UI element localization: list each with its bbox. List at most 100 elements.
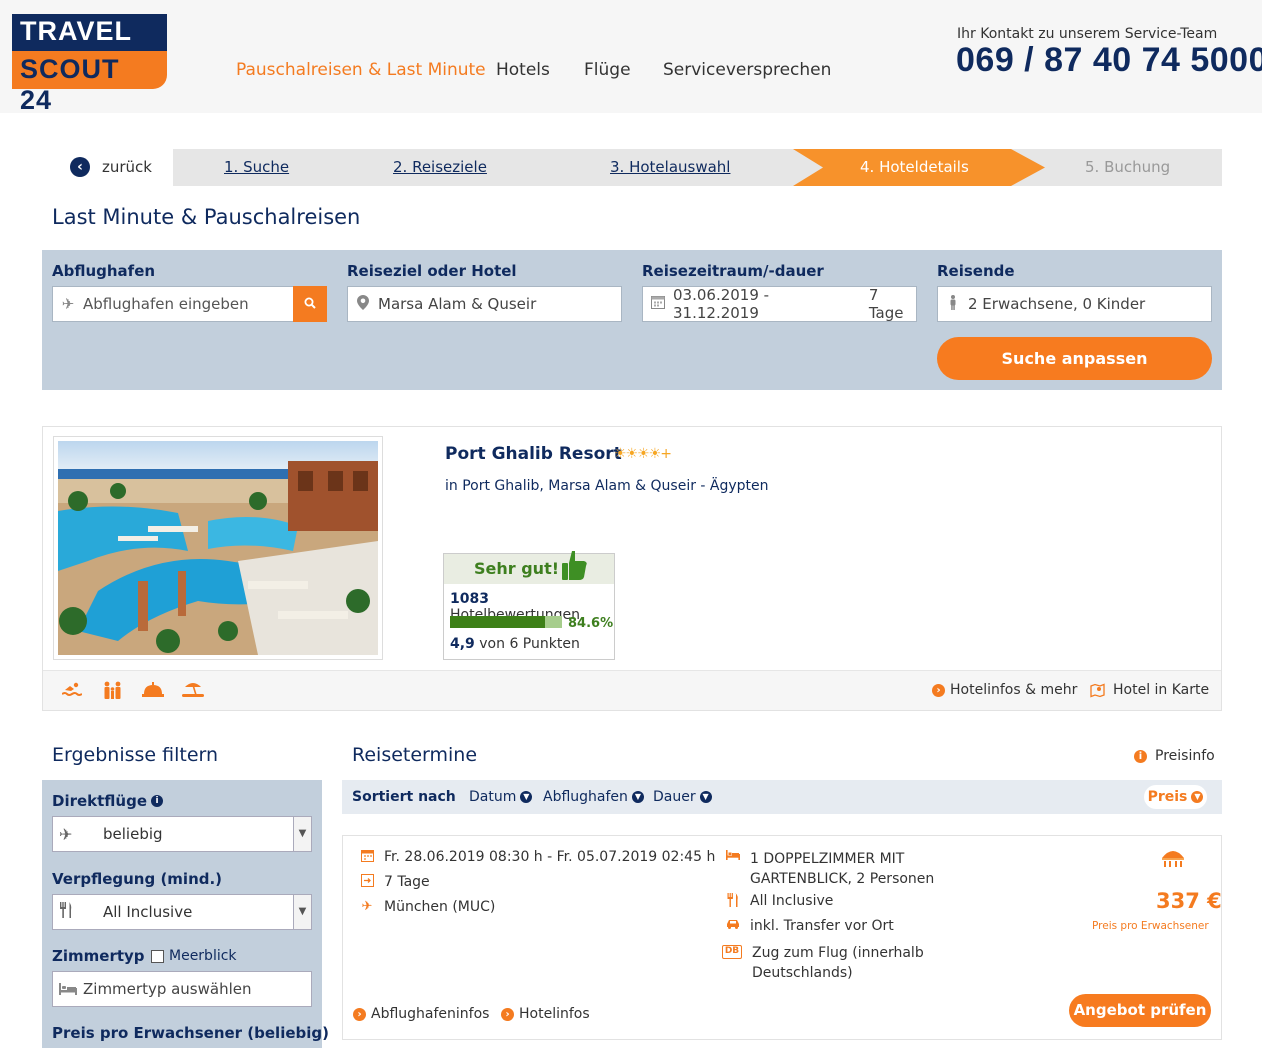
hotel-name[interactable]: Port Ghalib Resort	[445, 444, 622, 464]
room-type-placeholder: Zimmertyp auswählen	[83, 980, 252, 998]
hotel-photo[interactable]	[53, 436, 383, 660]
bed-icon	[726, 849, 740, 864]
back-link[interactable]: ‹ zurück	[70, 157, 152, 177]
offer-room: 1 DOPPELZIMMER MIT GARTENBLICK, 2 Person…	[750, 849, 934, 889]
tour-operator-logo	[1160, 846, 1186, 872]
offer-train-line2: Deutschlands)	[752, 965, 853, 981]
seaview-label: Meerblick	[169, 948, 237, 964]
contact-label: Ihr Kontakt zu unserem Service-Team	[957, 26, 1218, 42]
hotel-info-label: Hotelinfos & mehr	[950, 682, 1078, 698]
hotel-stars: ☀☀☀☀+	[614, 446, 672, 462]
departure-placeholder: Abflughafen eingeben	[83, 295, 249, 313]
room-type-label: Zimmertyp	[52, 947, 145, 965]
period-label: Reisezeitraum/-dauer	[642, 262, 824, 280]
cutlery-icon	[53, 902, 103, 922]
sort-airport[interactable]: Abflughafen ▼	[543, 789, 644, 805]
hotel-location: in Port Ghalib, Marsa Alam & Quseir - Äg…	[445, 478, 769, 494]
review-count: 1083	[450, 591, 489, 607]
travelscout-logo[interactable]: TRAVEL SCOUT 24	[12, 14, 167, 115]
destination-value: Marsa Alam & Quseir	[378, 295, 537, 313]
direct-flights-value: beliebig	[103, 825, 163, 843]
search-icon[interactable]	[293, 286, 327, 322]
sort-duration[interactable]: Dauer ▼	[653, 789, 712, 805]
offer-transfer: inkl. Transfer vor Ort	[750, 918, 894, 934]
offer-train: Zug zum Flug (innerhalb Deutschlands)	[752, 943, 924, 983]
direct-flights-select[interactable]: ✈ beliebig ▼	[52, 816, 312, 852]
info-icon[interactable]: i	[151, 795, 164, 807]
nav-pauschalreisen[interactable]: Pauschalreisen & Last Minute	[236, 60, 486, 80]
departure-input[interactable]: ✈ Abflughafen eingeben	[52, 286, 294, 322]
travellers-input[interactable]: 2 Erwachsene, 0 Kinder	[937, 286, 1212, 322]
contact-phone[interactable]: 069 / 87 40 74 5000	[956, 41, 1262, 80]
offer-hotel-info-link[interactable]: › Hotelinfos	[501, 1006, 590, 1022]
offer-airport: München (MUC)	[384, 899, 496, 915]
price-filter-label: Preis pro Erwachsener (beliebig)	[52, 1024, 329, 1042]
hotel-map-link[interactable]: Hotel in Karte	[1090, 682, 1209, 698]
period-input[interactable]: 03.06.2019 - 31.12.2019 7 Tage	[642, 286, 917, 322]
sort-date-label: Datum	[469, 789, 517, 805]
score-label: von 6 Punkten	[479, 636, 580, 652]
offer-board: All Inclusive	[750, 893, 834, 909]
nav-fluege[interactable]: Flüge	[584, 60, 631, 80]
sort-date[interactable]: Datum ▼	[469, 789, 533, 805]
adjust-search-button[interactable]: Suche anpassen	[937, 337, 1212, 380]
duration-icon	[360, 874, 374, 891]
direct-flights-label: Direktflüge	[52, 792, 148, 810]
offer-duration: 7 Tage	[384, 874, 430, 890]
destination-input[interactable]: Marsa Alam & Quseir	[347, 286, 622, 322]
board-label: Verpflegung (mind.)	[52, 870, 223, 888]
rating-title: Sehr gut!	[444, 554, 614, 584]
resort-pool-image	[58, 441, 378, 655]
offer-hotel-info-label: Hotelinfos	[519, 1006, 590, 1022]
board-select[interactable]: All Inclusive ▼	[52, 894, 312, 930]
chevron-right-icon: ›	[353, 1007, 366, 1021]
seaview-checkbox[interactable]	[151, 949, 164, 963]
chevron-down-icon: ▼	[293, 895, 311, 929]
calendar-icon	[651, 295, 665, 313]
db-icon: DB	[722, 945, 742, 959]
rating-box[interactable]: Sehr gut! 1083 Hotelbewertungen 84.6% 4,…	[443, 551, 615, 660]
nav-hotels[interactable]: Hotels	[496, 60, 550, 80]
page-title: Last Minute & Pauschalreisen	[52, 205, 361, 229]
nav-serviceversprechen[interactable]: Serviceversprechen	[663, 60, 831, 80]
sort-price[interactable]: Preis ▼	[1144, 785, 1207, 809]
step-reiseziele[interactable]: 2. Reiseziele	[393, 149, 487, 186]
offer-board-row: All Inclusive	[726, 893, 833, 911]
calendar-icon	[360, 849, 374, 866]
sort-airport-label: Abflughafen	[543, 789, 628, 805]
thumbs-up-icon	[562, 551, 587, 580]
score-line: 4,9 von 6 Punkten	[450, 636, 580, 652]
back-label: zurück	[102, 158, 152, 176]
departure-label: Abflughafen	[52, 262, 156, 280]
offer-room-line2: GARTENBLICK, 2 Personen	[750, 871, 935, 887]
car-icon	[726, 918, 740, 933]
chevron-right-icon: ›	[501, 1007, 514, 1021]
room-type-input[interactable]: Zimmertyp auswählen	[52, 971, 312, 1007]
service-bell-icon	[142, 681, 164, 701]
info-icon: i	[1134, 749, 1147, 763]
chevron-down-icon: ▼	[293, 817, 311, 851]
bed-icon	[59, 983, 77, 995]
offer-train-row: DB Zug zum Flug (innerhalb Deutschlands)	[722, 943, 924, 983]
price-info-label: Preisinfo	[1155, 748, 1215, 764]
logo-bottom: SCOUT 24	[12, 51, 167, 115]
step-suche[interactable]: 1. Suche	[224, 149, 289, 186]
price-info-link[interactable]: i Preisinfo	[1134, 748, 1215, 764]
hotel-info-link[interactable]: › Hotelinfos & mehr	[932, 682, 1077, 698]
beach-icon	[182, 681, 204, 701]
person-icon	[946, 294, 960, 314]
check-offer-button[interactable]: Angebot prüfen	[1069, 994, 1211, 1027]
recommend-percent: 84.6%	[568, 616, 614, 631]
direct-flights-label-row: Direktflüge i	[52, 792, 164, 810]
sort-price-label: Preis	[1147, 789, 1188, 805]
step-hotelauswahl[interactable]: 3. Hotelauswahl	[610, 149, 730, 186]
seaview-checkbox-row[interactable]: Meerblick	[151, 948, 237, 964]
sort-label: Sortiert nach	[352, 789, 456, 805]
offer-airport-row: ✈ München (MUC)	[360, 899, 496, 915]
step-hoteldetails: 4. Hoteldetails	[860, 158, 969, 176]
offer-train-line1: Zug zum Flug (innerhalb	[752, 945, 924, 961]
offer-price: 337 €	[1156, 889, 1222, 913]
airport-info-link[interactable]: › Abflughafeninfos	[353, 1006, 489, 1022]
travellers-value: 2 Erwachsene, 0 Kinder	[968, 295, 1146, 313]
plane-icon: ✈	[59, 824, 73, 844]
